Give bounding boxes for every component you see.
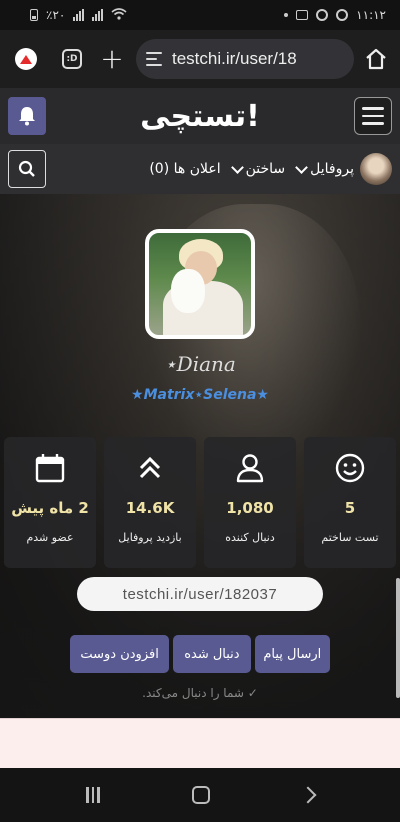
nav-build-label: ساختن <box>245 161 286 177</box>
nav-profile[interactable]: پروفایل <box>295 160 354 177</box>
profile-name: ⋆Diana <box>164 352 236 376</box>
ad-banner <box>0 718 400 768</box>
message-icon <box>296 10 309 20</box>
chevron-down-icon <box>230 160 244 174</box>
profile-actions: ارسال پیام دنبال شده افزودن دوست <box>70 635 330 673</box>
user-icon <box>233 451 267 485</box>
follows-you-note: ✓ شما را دنبال می‌کند. <box>142 686 258 700</box>
signal-icon-2 <box>92 9 104 21</box>
search-icon <box>18 160 35 177</box>
back-icon[interactable] <box>299 786 317 804</box>
avatar[interactable] <box>360 153 392 185</box>
stat-value: 1,080 <box>226 499 274 517</box>
site-header: تستچی! <box>0 88 400 144</box>
notifications-button[interactable] <box>8 97 46 135</box>
scrollbar[interactable] <box>396 578 400 698</box>
signal-icon <box>73 9 85 21</box>
stat-label: بازدید پروفایل <box>118 531 182 544</box>
download-button[interactable] <box>10 43 42 75</box>
stat-label: عضو شدم <box>26 531 74 544</box>
wifi-icon <box>111 7 127 23</box>
url-text: testchi.ir/user/18 <box>172 49 297 68</box>
profile-subtitle: ★Matrix⋆Selena★ <box>131 387 269 403</box>
stat-label: دنبال کننده <box>225 531 275 544</box>
followed-button[interactable]: دنبال شده <box>173 635 251 673</box>
stat-value: 5 <box>344 499 356 517</box>
hamburger-menu-button[interactable] <box>353 97 392 135</box>
tabs-icon: :D <box>62 49 82 69</box>
recent-apps-icon[interactable] <box>86 787 100 803</box>
address-bar[interactable]: testchi.ir/user/18 <box>136 39 354 79</box>
clock: ۱۱:۱۲ <box>356 8 386 22</box>
main-nav: پروفایل ساختن اعلان ها (0) <box>0 144 400 194</box>
stat-label: تست ساختم <box>321 531 379 544</box>
battery-icon <box>30 9 38 21</box>
profile-hero: ⋆Diana ★Matrix⋆Selena★ 5 تست ساختم 1,080… <box>0 194 400 718</box>
tabs-button[interactable]: :D <box>56 43 88 75</box>
stats-row: 5 تست ساختم 1,080 دنبال کننده 14.6K بازد… <box>4 437 396 568</box>
sync-icon <box>316 9 329 21</box>
profile-picture[interactable] <box>145 229 255 339</box>
bell-icon <box>19 107 35 126</box>
system-nav-bar <box>0 768 400 822</box>
dot-icon <box>284 13 289 17</box>
add-friend-button[interactable]: افزودن دوست <box>70 635 170 673</box>
calendar-icon <box>33 451 67 485</box>
site-settings-icon[interactable] <box>146 52 162 66</box>
battery-percent: ٪۲۰ <box>46 8 66 22</box>
profile-link-field[interactable]: testchi.ir/user/182037 <box>77 577 323 611</box>
home-icon[interactable] <box>191 786 210 804</box>
stat-followers[interactable]: 1,080 دنبال کننده <box>204 437 296 568</box>
double-chevron-up-icon <box>133 451 167 485</box>
browser-toolbar: :D + testchi.ir/user/18 <box>0 30 400 88</box>
stat-views[interactable]: 14.6K بازدید پروفایل <box>104 437 196 568</box>
refresh-icon <box>336 9 349 21</box>
new-tab-button[interactable]: + <box>96 43 128 75</box>
site-logo[interactable]: تستچی! <box>140 99 260 134</box>
search-button[interactable] <box>8 150 46 188</box>
nav-profile-label: پروفایل <box>310 161 354 177</box>
nav-notifications[interactable]: اعلان ها (0) <box>149 161 220 177</box>
stat-tests[interactable]: 5 تست ساختم <box>304 437 396 568</box>
stat-joined[interactable]: 2 ماه پیش عضو شدم <box>4 437 96 568</box>
home-button[interactable] <box>362 45 390 73</box>
smiley-icon <box>333 451 367 485</box>
plus-icon: + <box>100 42 124 75</box>
send-message-button[interactable]: ارسال پیام <box>254 635 330 673</box>
stat-value: 2 ماه پیش <box>11 499 89 517</box>
upload-arrow-icon <box>15 48 37 70</box>
chevron-down-icon <box>295 160 309 174</box>
stat-value: 14.6K <box>125 499 175 517</box>
status-bar: ٪۲۰ ۱۱:۱۲ <box>0 0 400 30</box>
nav-build[interactable]: ساختن <box>230 160 286 177</box>
home-icon <box>366 48 386 70</box>
nav-notifications-label: اعلان ها (0) <box>149 161 221 177</box>
